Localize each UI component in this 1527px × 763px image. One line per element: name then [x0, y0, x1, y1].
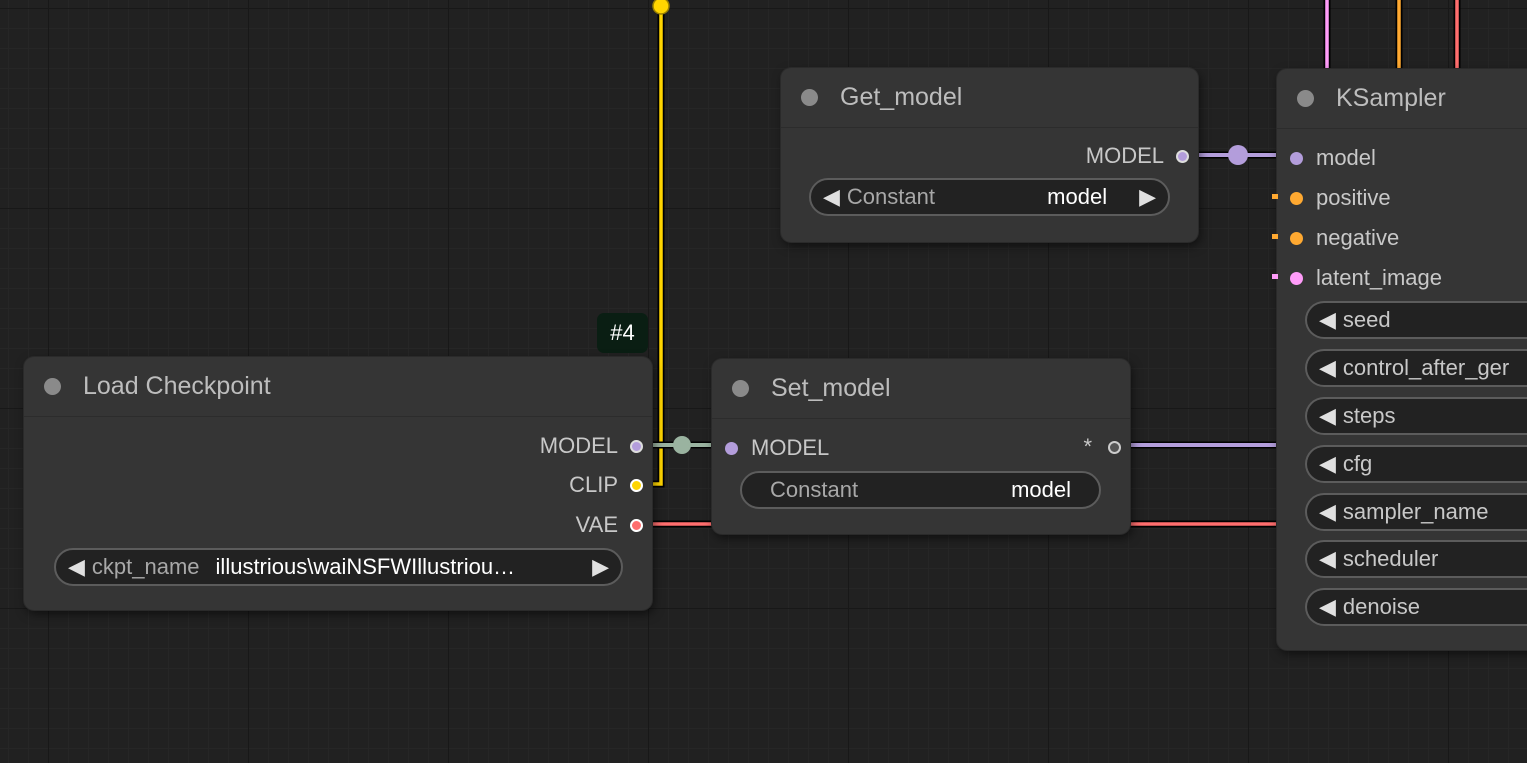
input-slot-negative[interactable]: negative — [1290, 225, 1400, 250]
widget-label: Constant — [770, 477, 859, 502]
model-input-dot-icon[interactable] — [725, 441, 738, 455]
node-id-badge: #4 — [597, 313, 648, 353]
ksampler-input-stubs — [1272, 194, 1278, 279]
ksampler-node[interactable]: KSampler model positive negative latent_… — [1277, 69, 1527, 650]
latent-stub — [1272, 274, 1278, 279]
set-model-node[interactable]: Set_model MODEL * Constant model — [712, 359, 1130, 534]
widget-label: scheduler — [1342, 546, 1439, 571]
output-slot-model[interactable]: MODEL — [1085, 143, 1189, 168]
output-slot-any[interactable]: * — [1083, 434, 1121, 459]
model-link-midpoint[interactable] — [673, 436, 691, 454]
negative-input-dot-icon[interactable] — [1290, 231, 1303, 245]
set-model-titlebar[interactable]: Set_model — [712, 359, 1130, 419]
sampler-name-widget[interactable]: ◀ sampler_name — [1305, 493, 1527, 531]
ksampler-titlebar[interactable]: KSampler — [1277, 69, 1527, 129]
get-model-node[interactable]: Get_model MODEL ◀ Constant model ▶ — [781, 68, 1198, 242]
positive-stub — [1272, 194, 1278, 199]
output-slot-clip[interactable]: CLIP — [569, 472, 643, 497]
positive-input-dot-icon[interactable] — [1290, 191, 1303, 205]
collapse-dot-icon[interactable] — [44, 378, 61, 395]
widget-label: denoise — [1342, 594, 1420, 619]
decrement-arrow-icon[interactable]: ◀ — [823, 184, 840, 210]
any-output-dot-icon[interactable] — [1108, 440, 1121, 454]
ckpt-name-combo[interactable]: ◀ ckpt_name illustrious\waiNSFWIllustrio… — [54, 548, 623, 586]
widget-value: model — [1047, 184, 1108, 209]
widget-label: control_after_ger — [1342, 355, 1510, 380]
clip-output-dot-icon[interactable] — [630, 478, 643, 492]
model-input-dot-icon[interactable] — [1290, 151, 1303, 165]
denoise-widget[interactable]: ◀ denoise — [1305, 588, 1527, 626]
slot-label: MODEL — [539, 433, 618, 458]
output-slot-model[interactable]: MODEL — [539, 433, 643, 458]
cfg-widget[interactable]: ◀ cfg — [1305, 445, 1527, 483]
collapse-dot-icon[interactable] — [1297, 90, 1314, 107]
slot-label: model — [1316, 145, 1376, 170]
slot-label: latent_image — [1316, 265, 1442, 290]
collapse-dot-icon[interactable] — [732, 380, 749, 397]
slot-label: negative — [1316, 225, 1400, 250]
input-slot-model[interactable]: MODEL — [725, 435, 830, 460]
node-title: Set_model — [771, 374, 891, 402]
slot-label: VAE — [575, 512, 618, 537]
clip-link-midpoint[interactable] — [652, 0, 670, 15]
constant-text-widget[interactable]: Constant model — [740, 471, 1101, 509]
collapse-dot-icon[interactable] — [801, 89, 818, 106]
node-title: Get_model — [840, 83, 963, 111]
negative-stub — [1272, 234, 1278, 239]
input-slot-latent-image[interactable]: latent_image — [1290, 265, 1442, 290]
decrement-arrow-icon[interactable]: ◀ — [1319, 355, 1336, 381]
output-slot-vae[interactable]: VAE — [575, 512, 643, 537]
slot-label: * — [1083, 434, 1092, 459]
slot-label: positive — [1316, 185, 1391, 210]
widget-label: sampler_name — [1342, 499, 1489, 524]
get-link-midpoint[interactable] — [1228, 145, 1248, 165]
steps-widget[interactable]: ◀ steps — [1305, 397, 1527, 435]
load-checkpoint-titlebar[interactable]: Load Checkpoint — [24, 357, 652, 417]
node-title: KSampler — [1336, 84, 1446, 112]
decrement-arrow-icon[interactable]: ◀ — [1319, 307, 1336, 333]
decrement-arrow-icon[interactable]: ◀ — [1319, 403, 1336, 429]
latent-input-dot-icon[interactable] — [1290, 271, 1303, 285]
decrement-arrow-icon[interactable]: ◀ — [1319, 451, 1336, 477]
widget-label: ckpt_name — [91, 554, 200, 579]
vae-output-dot-icon[interactable] — [630, 518, 643, 532]
node-title: Load Checkpoint — [83, 372, 271, 400]
decrement-arrow-icon[interactable]: ◀ — [68, 554, 85, 580]
increment-arrow-icon[interactable]: ▶ — [1139, 184, 1156, 210]
slot-label: CLIP — [569, 472, 618, 497]
scheduler-widget[interactable]: ◀ scheduler — [1305, 540, 1527, 578]
control-after-generate-widget[interactable]: ◀ control_after_ger — [1305, 349, 1527, 387]
load-checkpoint-node[interactable]: Load Checkpoint MODEL CLIP VAE ◀ ckpt_na… — [24, 357, 652, 610]
widget-value: model — [1011, 477, 1071, 502]
slot-label: MODEL — [751, 435, 830, 460]
decrement-arrow-icon[interactable]: ◀ — [1319, 499, 1336, 525]
input-slot-positive[interactable]: positive — [1290, 185, 1391, 210]
widget-label: cfg — [1342, 451, 1373, 476]
input-slot-model[interactable]: model — [1290, 145, 1376, 170]
widget-value: illustrious\waiNSFWIllustriou… — [215, 554, 516, 579]
decrement-arrow-icon[interactable]: ◀ — [1319, 594, 1336, 620]
model-output-dot-icon[interactable] — [1176, 149, 1189, 163]
widget-label: seed — [1342, 307, 1391, 332]
get-model-titlebar[interactable]: Get_model — [781, 68, 1198, 128]
constant-combo-widget[interactable]: ◀ Constant model ▶ — [809, 178, 1170, 216]
increment-arrow-icon[interactable]: ▶ — [592, 554, 609, 580]
slot-label: MODEL — [1085, 143, 1164, 168]
seed-widget[interactable]: ◀ seed — [1305, 301, 1527, 339]
widget-label: Constant — [846, 184, 935, 209]
widget-label: steps — [1342, 403, 1396, 428]
model-output-dot-icon[interactable] — [630, 439, 643, 453]
decrement-arrow-icon[interactable]: ◀ — [1319, 546, 1336, 572]
